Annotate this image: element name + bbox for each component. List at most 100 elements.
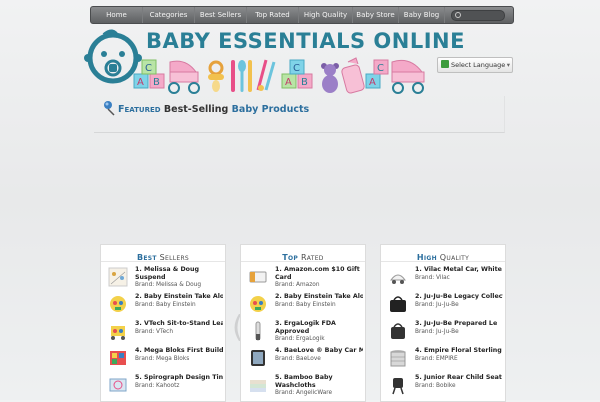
list-item[interactable]: 4. BaeLove ® Baby Car Mir Brand: BaeLove <box>245 347 363 373</box>
product-thumbnail <box>249 271 267 283</box>
list-item[interactable]: 4. Mega Bloks First Builde Brand: Mega B… <box>105 347 223 373</box>
product-brand: Brand: Baby Einstein <box>275 302 336 308</box>
product-brand: Brand: Mega Bloks <box>135 356 190 362</box>
product-name[interactable]: 2. Baby Einstein Take Alon <box>135 293 223 301</box>
featured-baby-products: Baby Products <box>231 104 310 115</box>
list-item[interactable]: 2. Baby Einstein Take Alon Brand: Baby E… <box>105 293 223 319</box>
product-name[interactable]: 5. Junior Rear Child Seat <box>415 374 502 382</box>
list-item[interactable]: 3. ErgaLogik FDA Approved Brand: ErgaLog… <box>245 320 363 346</box>
nav-item-baby-store[interactable]: Baby Store <box>353 7 399 23</box>
list-item[interactable]: 1. Vilac Metal Car, White Brand: Vilac <box>385 266 503 292</box>
product-thumbnail <box>391 323 405 339</box>
nav-item-baby-blog[interactable]: Baby Blog <box>399 7 445 23</box>
product-brand: Brand: AngelicWare <box>275 390 333 396</box>
nav-item-home[interactable]: Home <box>91 7 143 23</box>
product-thumbnail <box>110 351 126 365</box>
top-rated-panel: Top Rated 1. Amazon.com $10 Gift Card Br… <box>240 244 366 402</box>
product-name[interactable]: 1. Vilac Metal Car, White <box>415 266 502 274</box>
product-thumbnail <box>108 267 128 287</box>
product-brand: Brand: Melissa & Doug <box>135 282 202 288</box>
pacifier-icon <box>208 60 224 92</box>
language-select[interactable]: Select Language ▾ <box>437 57 513 73</box>
best-sellers-panel: Best Sellers 1. Melissa & Doug Suspend B… <box>100 244 226 402</box>
product-brand: Brand: Ju-Ju-Be <box>415 302 459 308</box>
featured-title: Featured Best-Selling Baby Products <box>118 104 309 115</box>
list-item[interactable]: 1. Amazon.com $10 Gift Card Brand: Amazo… <box>245 266 363 292</box>
list-item[interactable]: 5. Spirograph Design Tin S Brand: Kahoot… <box>105 374 223 400</box>
panel-title-rest: Sellers <box>156 253 190 262</box>
abc-blocks-icon: A B C <box>281 59 313 89</box>
product-name[interactable]: 2. Baby Einstein Take Alon <box>275 293 363 301</box>
list-item[interactable]: 3. Ju-Ju-Be Prepared Le Brand: Ju-Ju-Be <box>385 320 503 346</box>
product-name[interactable]: 1. Amazon.com $10 Gift <box>275 266 360 274</box>
panel-title-accent: High <box>416 253 437 262</box>
product-thumbnail <box>255 321 261 341</box>
product-name[interactable]: 5. Spirograph Design Tin S <box>135 374 223 382</box>
list-item[interactable]: 5. Junior Rear Child Seat Brand: Bobike <box>385 374 503 400</box>
featured-word: Featured <box>118 104 161 115</box>
featured-section: Featured Best-Selling Baby Products <box>94 96 505 133</box>
product-thumbnail <box>392 378 404 395</box>
svg-text:B: B <box>301 77 308 88</box>
product-name-cont[interactable]: Suspend <box>135 274 166 282</box>
product-brand: Brand: BaeLove <box>275 356 321 362</box>
list-item[interactable]: 2. Ju-Ju-Be Legacy Collect Brand: Ju-Ju-… <box>385 293 503 319</box>
list-item[interactable]: 4. Empire Floral Sterling Brand: EMPIRE <box>385 347 503 373</box>
product-thumbnail <box>111 326 125 340</box>
panel-title: Best Sellers <box>137 253 189 262</box>
safety-pin-icon <box>256 59 276 91</box>
nav-item-top-rated[interactable]: Top Rated <box>247 7 299 23</box>
product-brand: Brand: VTech <box>135 329 174 335</box>
product-name[interactable]: 3. Ju-Ju-Be Prepared Le <box>415 320 497 328</box>
search-icon <box>455 11 461 18</box>
product-name-cont[interactable]: Washcloths <box>275 382 316 390</box>
product-brand: Brand: Ju-Ju-Be <box>415 329 459 335</box>
product-name[interactable]: 2. Ju-Ju-Be Legacy Collect <box>415 293 503 301</box>
list-item[interactable]: 5. Bamboo Baby Washcloths Brand: Angelic… <box>245 374 363 400</box>
product-brand: Brand: Vilac <box>415 275 450 281</box>
list-item[interactable]: 2. Baby Einstein Take Alon Brand: Baby E… <box>245 293 363 319</box>
panel-header: High Quality <box>381 245 505 262</box>
product-name[interactable]: 4. Mega Bloks First Builde <box>135 347 223 355</box>
product-name[interactable]: 1. Melissa & Doug <box>135 266 199 274</box>
panel-title: High Quality <box>417 253 469 262</box>
product-name[interactable]: 3. ErgaLogik FDA <box>275 320 336 328</box>
svg-text:B: B <box>153 77 160 88</box>
svg-text:C: C <box>377 63 384 74</box>
panel-title-rest: Quality <box>436 253 470 262</box>
svg-text:A: A <box>285 77 292 88</box>
nav-item-high-quality[interactable]: High Quality <box>299 7 353 23</box>
panel-header: Top Rated <box>241 245 365 262</box>
product-name[interactable]: 4. BaeLove ® Baby Car Mir <box>275 347 363 355</box>
product-name[interactable]: 5. Bamboo Baby <box>275 374 333 382</box>
product-thumbnail <box>109 378 127 392</box>
list-item[interactable]: 1. Melissa & Doug Suspend Brand: Melissa… <box>105 266 223 292</box>
panel-header: Best Sellers <box>101 245 225 262</box>
svg-text:C: C <box>145 63 152 74</box>
top-nav-bar: Home Categories Best Sellers Top Rated H… <box>90 6 514 24</box>
product-brand: Brand: Amazon <box>275 282 320 288</box>
product-thumbnail <box>250 296 266 312</box>
stroller-icon <box>168 60 200 94</box>
product-brand: Brand: ErgaLogik <box>275 336 325 342</box>
product-name-cont[interactable]: Card <box>275 274 291 282</box>
teddy-bear-icon <box>321 63 339 93</box>
stroller-icon <box>391 59 425 94</box>
language-select-label: Select Language <box>451 61 506 69</box>
product-name[interactable]: 3. VTech Sit-to-Stand Lear <box>135 320 223 328</box>
site-logo[interactable]: BABY ESSENTIALS ONLINE A B C A B C A C <box>84 26 464 96</box>
nav-item-best-sellers[interactable]: Best Sellers <box>195 7 247 23</box>
cutlery-icon <box>231 60 252 92</box>
product-name[interactable]: 4. Empire Floral Sterling <box>415 347 502 355</box>
search-input[interactable] <box>451 9 505 21</box>
list-item[interactable]: 3. VTech Sit-to-Stand Lear Brand: VTech <box>105 320 223 346</box>
product-name-cont[interactable]: Approved <box>275 328 309 336</box>
featured-best-selling: Best-Selling <box>163 104 229 115</box>
product-thumbnail <box>390 350 406 367</box>
nav-item-categories[interactable]: Categories <box>143 7 195 23</box>
svg-text:C: C <box>293 63 300 74</box>
google-icon <box>441 60 449 68</box>
product-brand: Brand: Baby Einstein <box>135 302 196 308</box>
abc-blocks-icon: A C <box>365 59 389 89</box>
panel-title-rest: Rated <box>298 253 324 262</box>
